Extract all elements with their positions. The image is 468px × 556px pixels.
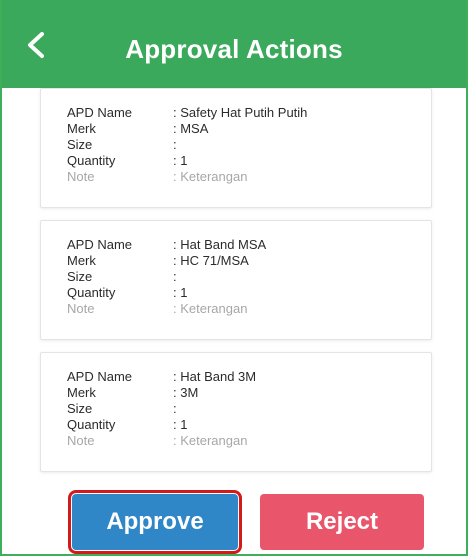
- note-row: Note : Keterangan: [67, 299, 247, 317]
- note-value: : Keterangan: [173, 300, 248, 316]
- note-value: : Keterangan: [173, 168, 248, 184]
- note-value: : Keterangan: [173, 432, 248, 448]
- size-value: :: [173, 400, 177, 416]
- list-item: APD Name : Hat Band 3M Merk : 3M Size : …: [40, 352, 432, 472]
- size-label: Size: [67, 400, 93, 416]
- list-item: APD Name : Hat Band MSA Merk : HC 71/MSA…: [40, 220, 432, 340]
- merk-value: : 3M: [173, 384, 199, 400]
- quantity-label: Quantity: [67, 416, 116, 432]
- size-value: :: [173, 268, 177, 284]
- phone-screen: Approval Actions APD Name : Safety Hat P…: [0, 0, 468, 556]
- quantity-label: Quantity: [67, 284, 116, 300]
- list-item: APD Name : Safety Hat Putih Putih Merk :…: [40, 88, 432, 208]
- apd-name-value: : Hat Band 3M: [173, 368, 257, 384]
- merk-label: Merk: [67, 384, 96, 400]
- reject-button[interactable]: Reject: [260, 494, 424, 550]
- app-bar: Approval Actions: [2, 0, 466, 88]
- note-row: Note : Keterangan: [67, 431, 247, 449]
- merk-value: : MSA: [173, 120, 209, 136]
- apd-name-value: : Safety Hat Putih Putih: [173, 104, 308, 120]
- note-row: Note : Keterangan: [67, 167, 247, 185]
- action-bar: Approve Reject: [2, 488, 466, 554]
- size-value: :: [173, 136, 177, 152]
- apd-name-label: APD Name: [67, 368, 133, 384]
- quantity-value: : 1: [173, 152, 188, 168]
- merk-label: Merk: [67, 252, 96, 268]
- size-label: Size: [67, 136, 93, 152]
- quantity-value: : 1: [173, 416, 188, 432]
- approve-button[interactable]: Approve: [68, 490, 242, 554]
- apd-name-value: : Hat Band MSA: [173, 236, 267, 252]
- apd-name-label: APD Name: [67, 104, 133, 120]
- note-label: Note: [67, 168, 95, 184]
- quantity-label: Quantity: [67, 152, 116, 168]
- page-title: Approval Actions: [125, 34, 343, 64]
- quantity-value: : 1: [173, 284, 188, 300]
- merk-value: : HC 71/MSA: [173, 252, 249, 268]
- note-label: Note: [67, 300, 95, 316]
- merk-label: Merk: [67, 120, 96, 136]
- size-label: Size: [67, 268, 93, 284]
- note-label: Note: [67, 432, 95, 448]
- apd-name-label: APD Name: [67, 236, 133, 252]
